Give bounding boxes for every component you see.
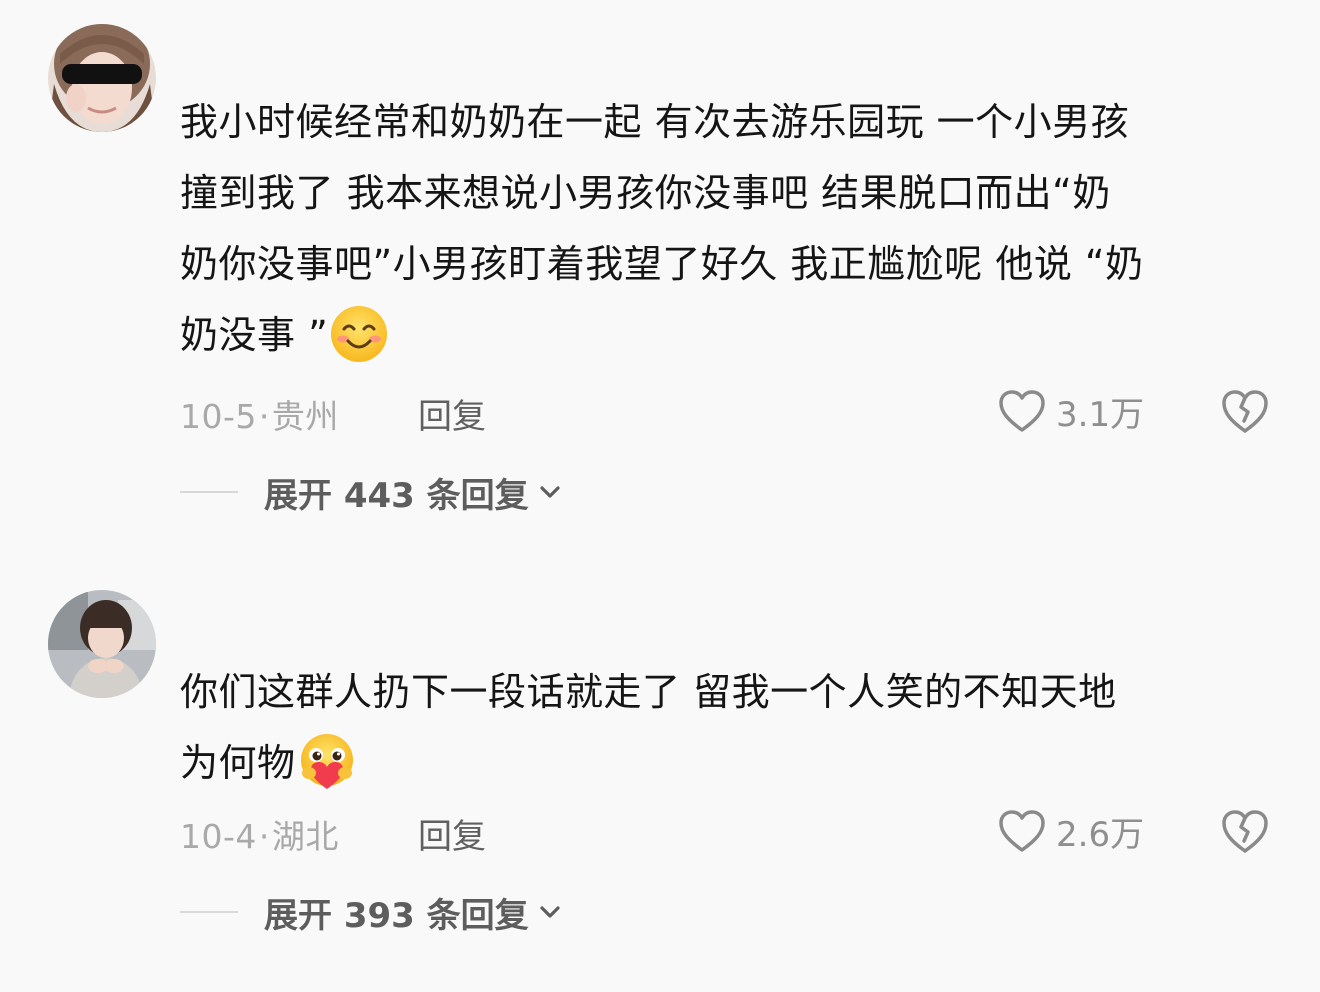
avatar-image <box>48 24 156 132</box>
broken-heart-icon <box>1222 810 1268 853</box>
like-count: 2.6万 <box>1056 814 1145 855</box>
like-button[interactable]: 2.6万 <box>998 806 1144 856</box>
comment-line: 你们这群人扔下一段话就走了 留我一个人笑的不知天地 <box>180 670 1117 714</box>
divider-line <box>180 911 238 913</box>
comment-meta: 10-5·贵州 <box>180 390 339 438</box>
smile-emoji-icon <box>331 305 388 362</box>
comment-date: 10-4 <box>180 817 257 856</box>
comment-meta: 10-4·湖北 <box>180 810 339 858</box>
like-count: 3.1万 <box>1056 394 1145 435</box>
meta-separator: · <box>258 397 270 436</box>
heart-outline-icon <box>999 810 1045 852</box>
chevron-down-icon <box>540 486 560 498</box>
comment-line: 撞到我了 我本来想说小男孩你没事吧 结果脱口而出“奶 <box>180 171 1111 215</box>
comment-location: 贵州 <box>271 397 339 436</box>
avatar-image <box>48 590 156 698</box>
dislike-button[interactable] <box>1220 388 1270 434</box>
like-button[interactable]: 3.1万 <box>998 386 1144 436</box>
expand-replies-button[interactable]: 展开 393 条回复 <box>264 888 563 937</box>
divider-line <box>180 491 238 493</box>
dislike-button[interactable] <box>1220 808 1270 854</box>
reply-button[interactable]: 回复 <box>418 389 486 438</box>
comment-item: 我小时候经常和奶奶在一起 有次去游乐园玩 一个小男孩 撞到我了 我本来想说小男孩… <box>0 0 1320 560</box>
meta-separator: · <box>258 817 270 856</box>
comment-location: 湖北 <box>271 817 339 856</box>
broken-heart-icon <box>1222 390 1268 433</box>
comment-text: 你们这群人扔下一段话就走了 留我一个人笑的不知天地 为何物 <box>180 657 1280 799</box>
comment-line: 为何物 <box>180 741 296 785</box>
comment-text: 我小时候经常和奶奶在一起 有次去游乐园玩 一个小男孩 撞到我了 我本来想说小男孩… <box>180 87 1280 371</box>
chevron-down-icon <box>540 906 560 918</box>
avatar[interactable] <box>48 590 156 698</box>
expand-replies-row: 展开 393 条回复 <box>180 888 563 937</box>
hug-heart-emoji-icon <box>300 733 353 789</box>
expand-replies-row: 展开 443 条回复 <box>180 468 563 517</box>
reply-button[interactable]: 回复 <box>418 809 486 858</box>
comment-line: 奶你没事吧”小男孩盯着我望了好久 我正尴尬呢 他说 “奶 <box>180 242 1144 286</box>
comment-date: 10-5 <box>180 397 257 436</box>
expand-replies-label: 展开 393 条回复 <box>264 895 529 936</box>
comment-line: 奶没事 ” <box>180 313 329 357</box>
comment-item: 你们这群人扔下一段话就走了 留我一个人笑的不知天地 为何物 10-4·湖北 回复 <box>0 575 1320 992</box>
avatar[interactable] <box>48 24 156 132</box>
expand-replies-label: 展开 443 条回复 <box>264 475 529 516</box>
expand-replies-button[interactable]: 展开 443 条回复 <box>264 468 563 517</box>
comment-line: 我小时候经常和奶奶在一起 有次去游乐园玩 一个小男孩 <box>180 100 1130 144</box>
heart-outline-icon <box>999 390 1045 432</box>
